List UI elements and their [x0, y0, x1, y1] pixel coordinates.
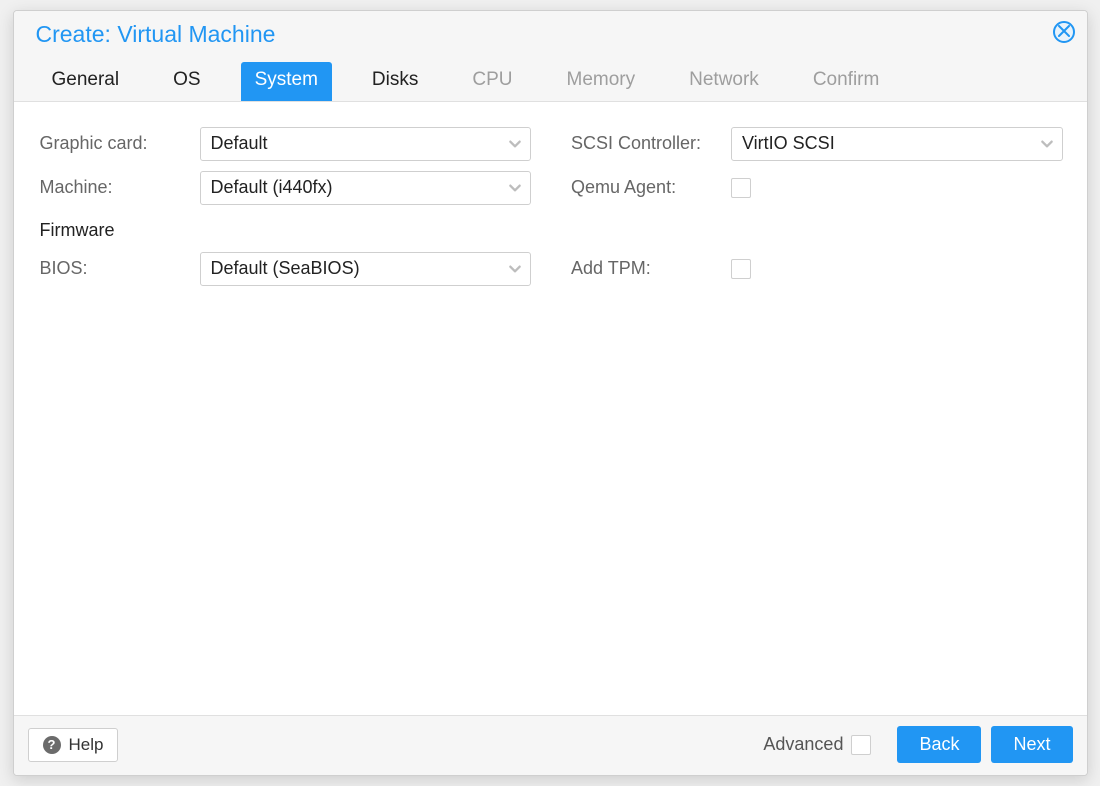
left-column: Graphic card: Default Machine: Default (…	[40, 122, 532, 703]
combo-machine-value: Default (i440fx)	[211, 177, 333, 198]
tab-cpu: CPU	[458, 62, 526, 101]
label-add-tpm: Add TPM:	[571, 258, 731, 279]
tab-memory: Memory	[553, 62, 650, 101]
row-qemu-agent: Qemu Agent:	[571, 166, 1063, 210]
row-graphic-card: Graphic card: Default	[40, 122, 532, 166]
row-machine: Machine: Default (i440fx)	[40, 166, 532, 210]
label-machine: Machine:	[40, 177, 200, 198]
spacer-right	[571, 210, 1063, 247]
combo-machine[interactable]: Default (i440fx)	[200, 171, 532, 205]
chevron-down-icon	[508, 181, 522, 195]
advanced-label: Advanced	[763, 734, 843, 755]
firmware-header: Firmware	[40, 210, 532, 247]
tab-disks[interactable]: Disks	[358, 62, 432, 101]
label-qemu-agent: Qemu Agent:	[571, 177, 731, 198]
help-icon: ?	[43, 736, 61, 754]
next-button[interactable]: Next	[991, 726, 1072, 763]
close-button[interactable]	[1053, 21, 1075, 43]
row-add-tpm: Add TPM:	[571, 247, 1063, 291]
label-bios: BIOS:	[40, 258, 200, 279]
chevron-down-icon	[508, 262, 522, 276]
tab-network: Network	[675, 62, 773, 101]
dialog-body: Graphic card: Default Machine: Default (…	[14, 102, 1087, 715]
label-scsi-controller: SCSI Controller:	[571, 133, 731, 154]
combo-bios[interactable]: Default (SeaBIOS)	[200, 252, 532, 286]
chevron-down-icon	[1040, 137, 1054, 151]
combo-bios-value: Default (SeaBIOS)	[211, 258, 360, 279]
row-scsi-controller: SCSI Controller: VirtIO SCSI	[571, 122, 1063, 166]
back-button[interactable]: Back	[897, 726, 981, 763]
tab-general[interactable]: General	[38, 62, 134, 101]
dialog-header: Create: Virtual Machine General OS Syste…	[14, 11, 1087, 102]
tab-confirm: Confirm	[799, 62, 894, 101]
combo-scsi-controller[interactable]: VirtIO SCSI	[731, 127, 1063, 161]
dialog-title: Create: Virtual Machine	[36, 21, 1073, 62]
checkbox-advanced[interactable]	[851, 735, 871, 755]
checkbox-qemu-agent[interactable]	[731, 178, 751, 198]
combo-graphic-card-value: Default	[211, 133, 268, 154]
checkbox-add-tpm[interactable]	[731, 259, 751, 279]
row-bios: BIOS: Default (SeaBIOS)	[40, 247, 532, 291]
close-icon	[1058, 22, 1070, 42]
dialog-footer: ? Help Advanced Back Next	[14, 715, 1087, 775]
tab-os[interactable]: OS	[159, 62, 214, 101]
create-vm-dialog: Create: Virtual Machine General OS Syste…	[13, 10, 1088, 776]
label-graphic-card: Graphic card:	[40, 133, 200, 154]
help-label: Help	[69, 735, 104, 755]
wizard-tabs: General OS System Disks CPU Memory Netwo…	[36, 62, 1073, 101]
right-column: SCSI Controller: VirtIO SCSI Qemu Agent:…	[571, 122, 1063, 703]
tab-system[interactable]: System	[241, 62, 332, 101]
chevron-down-icon	[508, 137, 522, 151]
combo-graphic-card[interactable]: Default	[200, 127, 532, 161]
help-button[interactable]: ? Help	[28, 728, 119, 762]
combo-scsi-controller-value: VirtIO SCSI	[742, 133, 835, 154]
advanced-toggle: Advanced	[763, 734, 871, 755]
